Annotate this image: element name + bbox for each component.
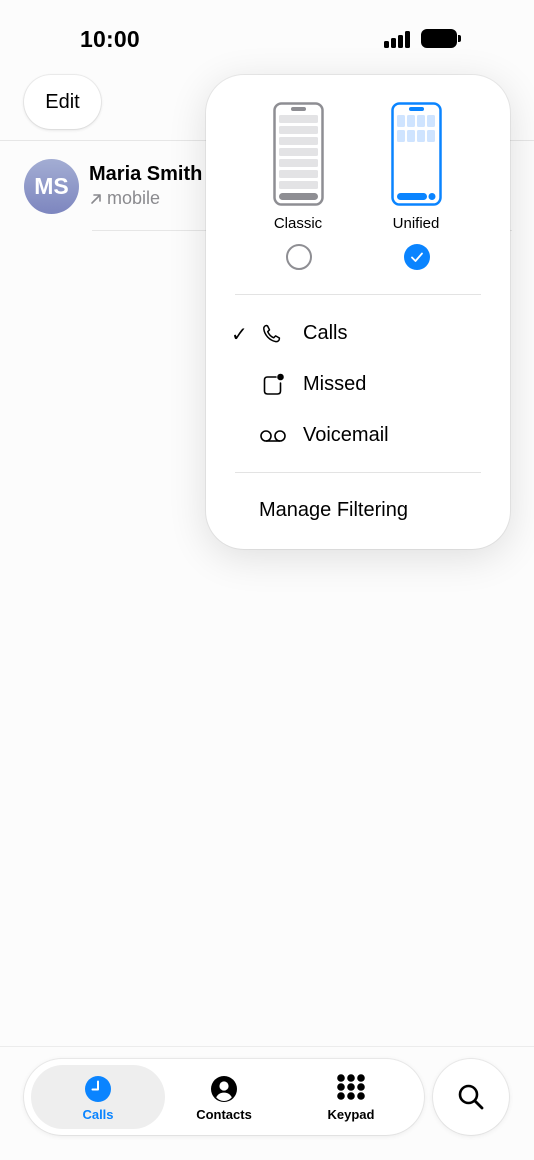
manage-filtering-item[interactable]: Manage Filtering [259,499,408,522]
checkmark-icon: ✓ [231,324,248,346]
unified-layout-label: Unified [392,215,440,232]
popup-divider [235,472,481,473]
filter-label-missed: Missed [303,373,367,395]
status-time: 10:00 [80,26,140,52]
arrow-up-right-icon [91,193,101,204]
classic-layout-label: Classic [273,215,323,232]
tab-label-keypad: Keypad [327,1107,375,1122]
person-circle-icon [211,1076,237,1102]
tab-bar: Calls Contacts Keypad [24,1059,424,1135]
call-subtitle: mobile [89,188,160,209]
keypad-icon [337,1074,365,1100]
search-icon [458,1084,484,1110]
cellular-signal-icon [384,31,412,48]
filter-item-voicemail[interactable]: Voicemail [206,413,510,459]
voicemail-icon [260,430,286,442]
filter-item-missed[interactable]: Missed [206,362,510,408]
classic-layout-icon[interactable] [273,102,324,206]
tab-calls[interactable]: Calls [31,1065,165,1129]
unified-layout-icon[interactable] [391,102,442,206]
call-type-label: mobile [107,188,161,208]
tab-label-contacts: Contacts [196,1107,252,1122]
battery-icon [421,29,461,48]
filter-popup-menu: Classic Unified ✓ Calls Missed Voicemail… [206,75,510,549]
phone-icon [263,324,281,343]
filter-item-calls[interactable]: ✓ Calls [206,311,510,357]
tab-label-calls: Calls [82,1107,114,1122]
clock-icon [85,1076,111,1102]
tab-keypad[interactable]: Keypad [284,1065,418,1129]
avatar[interactable]: MS [24,159,79,214]
classic-layout-radio[interactable] [286,244,312,270]
tab-bar-divider [0,1046,534,1047]
tab-contacts[interactable]: Contacts [157,1065,291,1129]
popup-divider [235,294,481,295]
missed-badge-icon [263,373,284,395]
filter-label-voicemail: Voicemail [303,424,389,446]
checkmark-icon [411,252,423,262]
unified-layout-radio[interactable] [404,244,430,270]
search-button[interactable] [433,1059,509,1135]
call-contact-name[interactable]: Maria Smith [89,163,202,186]
status-bar: 10:00 [0,0,534,70]
edit-button[interactable]: Edit [24,75,101,129]
filter-label-calls: Calls [303,322,348,344]
